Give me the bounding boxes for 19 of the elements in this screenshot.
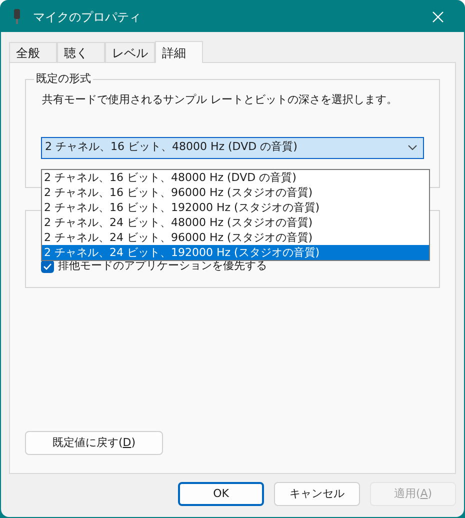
tab[interactable]: 詳細 [155,41,203,63]
dropdown-option[interactable]: 2 チャネル、16 ビット、48000 Hz (DVD の音質) [42,170,429,185]
close-icon[interactable] [432,10,444,22]
dialog-button[interactable]: キャンセル [274,482,360,506]
dropdown-option[interactable]: 2 チャネル、24 ビット、192000 Hz (スタジオの音質) [42,245,429,260]
dropdown-option[interactable]: 2 チャネル、16 ビット、96000 Hz (スタジオの音質) [42,185,429,200]
tab[interactable]: 全般 [9,42,57,62]
dropdown-option[interactable]: 2 チャネル、16 ビット、192000 Hz (スタジオの音質) [42,200,429,215]
chevron-down-icon [408,145,417,150]
window-title: マイクのプロパティ [33,8,141,26]
tab[interactable]: レベル [105,42,155,62]
format-dropdown[interactable]: 2 チャネル、16 ビット、48000 Hz (DVD の音質) [41,136,424,158]
dialog-button[interactable]: OK [178,482,264,506]
description-text: 共有モードで使用されるサンプル レートとビットの深さを選択します。 [41,92,398,108]
dropdown-option[interactable]: 2 チャネル、24 ビット、96000 Hz (スタジオの音質) [42,230,429,245]
restore-defaults-button[interactable]: 既定値に戻す(D) [25,431,163,455]
dropdown-option[interactable]: 2 チャネル、24 ビット、48000 Hz (スタジオの音質) [42,215,429,230]
microphone-icon [13,8,21,24]
tab[interactable]: 聴く [57,42,105,62]
